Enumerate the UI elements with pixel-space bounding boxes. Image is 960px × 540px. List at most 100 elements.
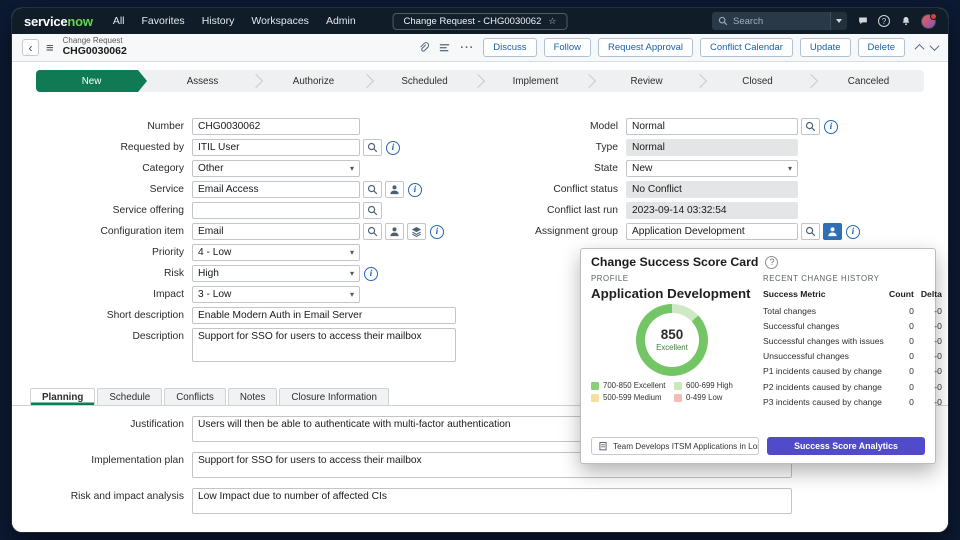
requested-by-row: Requested by i [26, 139, 456, 156]
table-row: P1 incidents caused by change0-0 [763, 364, 942, 379]
change-stage-flow: New Assess Authorize Scheduled Implement… [36, 70, 924, 92]
implementation-plan-label: Implementation plan [26, 455, 184, 466]
chevron-down-icon: ▾ [788, 164, 792, 173]
nav-favorites[interactable]: Favorites [142, 15, 185, 27]
nav-history[interactable]: History [202, 15, 235, 27]
requested-by-info-icon[interactable]: i [386, 141, 400, 155]
description-textarea[interactable]: Support for SSO for users to access thei… [192, 328, 456, 362]
requested-by-lookup-icon[interactable] [363, 139, 382, 156]
model-label: Model [458, 121, 618, 132]
service-info-icon[interactable]: i [408, 183, 422, 197]
legend-swatch [591, 382, 599, 390]
more-actions-icon[interactable]: ··· [460, 42, 474, 54]
configuration-item-owner-icon[interactable] [385, 223, 404, 240]
service-offering-lookup-icon[interactable] [363, 202, 382, 219]
form-column-right: Model i Type Normal State New▾ Conflict … [458, 118, 938, 244]
chevron-down-icon [836, 19, 842, 23]
conflict-last-run-row: Conflict last run 2023-09-14 03:32:54 [458, 202, 938, 219]
service-owner-icon[interactable] [385, 181, 404, 198]
tab-planning[interactable]: Planning [30, 388, 95, 405]
priority-select[interactable]: 4 - Low▾ [192, 244, 360, 261]
assignment-group-preview-icon[interactable] [823, 223, 842, 240]
chevron-up-icon[interactable] [915, 44, 925, 54]
help-icon[interactable]: ? [878, 15, 890, 27]
request-approval-button[interactable]: Request Approval [598, 38, 693, 57]
number-input[interactable] [192, 118, 360, 135]
chevron-down-icon: ▾ [350, 290, 354, 299]
table-row: Successful changes with issues0-0 [763, 333, 942, 348]
configuration-item-input[interactable] [192, 223, 360, 240]
record-title: Change Request CHG0030062 [63, 37, 127, 57]
search-scope-caret[interactable] [830, 12, 847, 30]
chevron-down-icon[interactable] [930, 41, 940, 51]
context-menu-icon[interactable]: ≡ [46, 40, 54, 55]
paperclip-icon[interactable] [416, 41, 430, 55]
record-number-label: CHG0030062 [63, 46, 127, 58]
activity-stream-icon[interactable] [437, 41, 451, 55]
record-pill[interactable]: Change Request - CHG0030062 ☆ [393, 13, 568, 30]
risk-info-icon[interactable]: i [364, 267, 378, 281]
model-input[interactable] [626, 118, 798, 135]
tab-conflicts[interactable]: Conflicts [164, 388, 226, 405]
update-button[interactable]: Update [800, 38, 851, 57]
tab-schedule[interactable]: Schedule [97, 388, 162, 405]
short-description-input[interactable] [192, 307, 456, 324]
follow-button[interactable]: Follow [544, 38, 591, 57]
impact-select[interactable]: 3 - Low▾ [192, 286, 360, 303]
category-select[interactable]: Other▾ [192, 160, 360, 177]
risk-impact-analysis-textarea[interactable]: Low Impact due to number of affected CIs [192, 488, 792, 514]
stage-authorize: Authorize [258, 70, 369, 92]
tab-closure-information[interactable]: Closure Information [279, 388, 389, 405]
configuration-item-info-icon[interactable]: i [430, 225, 444, 239]
favorite-star-icon[interactable]: ☆ [548, 16, 556, 27]
back-button[interactable]: ‹ [22, 39, 39, 56]
servicenow-logo[interactable]: servicenow [24, 14, 93, 29]
scorecard-footer: Team Develops ITSM Applications in Londo… [581, 432, 935, 463]
configuration-item-lookup-icon[interactable] [363, 223, 382, 240]
assignment-group-input[interactable] [626, 223, 798, 240]
model-row: Model i [458, 118, 938, 135]
discuss-button[interactable]: Discuss [483, 38, 536, 57]
global-search[interactable] [712, 12, 830, 30]
type-row: Type Normal [458, 139, 938, 156]
chat-icon[interactable] [856, 15, 869, 28]
conflict-last-run-label: Conflict last run [458, 205, 618, 216]
scorecard-history: RECENT CHANGE HISTORY Success Metric Cou… [753, 274, 942, 432]
model-info-icon[interactable]: i [824, 120, 838, 134]
requested-by-input[interactable] [192, 139, 360, 156]
assignment-group-lookup-icon[interactable] [801, 223, 820, 240]
service-lookup-icon[interactable] [363, 181, 382, 198]
service-offering-input[interactable] [192, 202, 360, 219]
conflict-calendar-button[interactable]: Conflict Calendar [700, 38, 793, 57]
tab-notes[interactable]: Notes [228, 388, 278, 405]
table-row: Unsuccessful changes0-0 [763, 349, 942, 364]
risk-select[interactable]: High▾ [192, 265, 360, 282]
chevron-down-icon: ▾ [350, 269, 354, 278]
app-window: servicenow All Favorites History Workspa… [12, 8, 948, 532]
model-lookup-icon[interactable] [801, 118, 820, 135]
scorecard-help-icon[interactable]: ? [765, 256, 778, 269]
state-select[interactable]: New▾ [626, 160, 798, 177]
assignment-group-info-icon[interactable]: i [846, 225, 860, 239]
user-avatar[interactable] [921, 14, 936, 29]
nav-workspaces[interactable]: Workspaces [251, 15, 309, 27]
legend-item: 600-699 High [674, 381, 753, 390]
success-score-analytics-button[interactable]: Success Score Analytics [767, 437, 925, 455]
scorecard-title: Change Success Score Card [591, 255, 758, 269]
stage-scheduled: Scheduled [369, 70, 480, 92]
table-row: Successful changes0-0 [763, 318, 942, 333]
form-content: New Assess Authorize Scheduled Implement… [12, 62, 948, 532]
configuration-item-related-icon[interactable] [407, 223, 426, 240]
risk-impact-analysis-label: Risk and impact analysis [26, 491, 184, 502]
search-icon [718, 16, 728, 26]
notifications-bell-icon[interactable] [899, 15, 912, 28]
description-row: Description Support for SSO for users to… [26, 328, 456, 362]
profile-group-name: Application Development [591, 286, 753, 301]
search-input[interactable] [733, 16, 813, 27]
delete-button[interactable]: Delete [858, 38, 905, 57]
nav-all[interactable]: All [113, 15, 125, 27]
service-input[interactable] [192, 181, 360, 198]
team-note: Team Develops ITSM Applications in Londo… [591, 437, 759, 455]
justification-label: Justification [26, 419, 184, 430]
nav-admin[interactable]: Admin [326, 15, 356, 27]
